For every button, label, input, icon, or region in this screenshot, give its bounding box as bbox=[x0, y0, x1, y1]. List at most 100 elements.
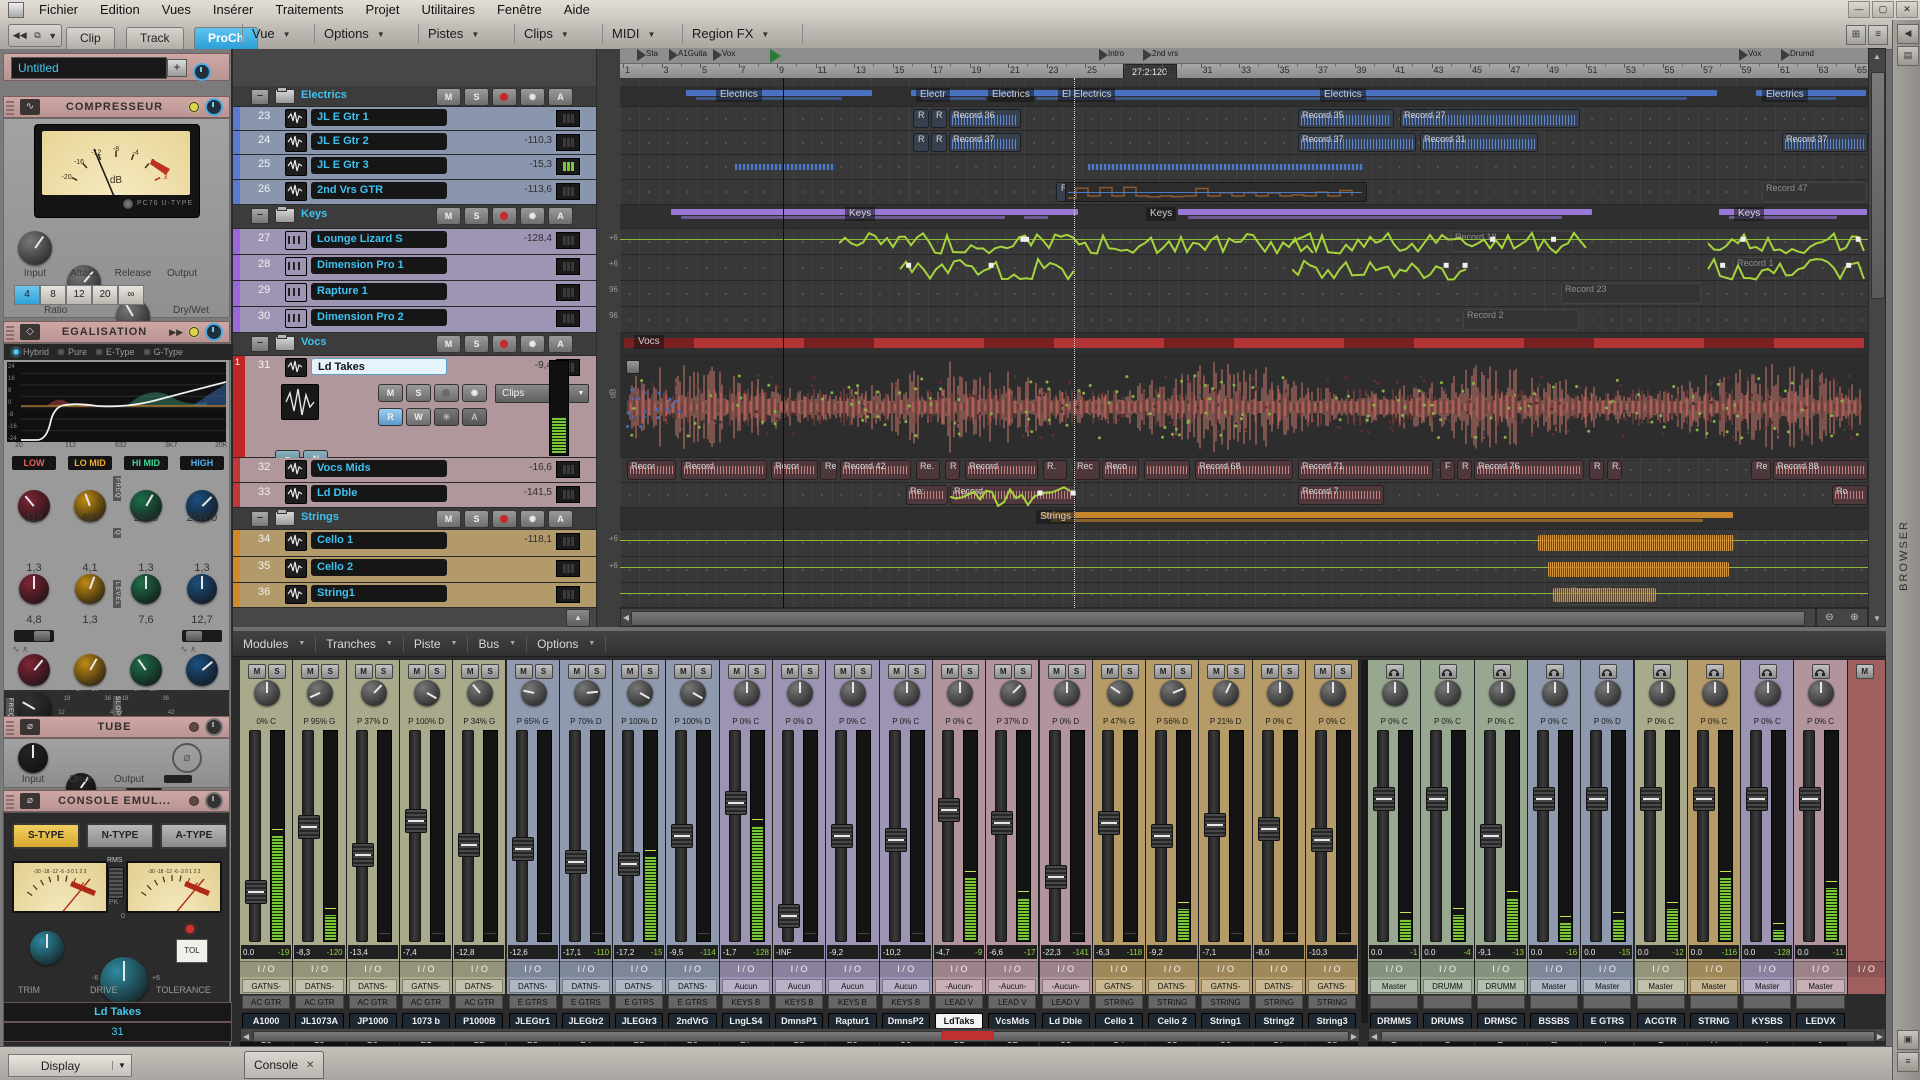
clip-record[interactable]: Record bbox=[681, 460, 767, 480]
drag-handle[interactable] bbox=[6, 324, 14, 340]
interleave-icon[interactable] bbox=[1492, 664, 1511, 679]
toolbar-menu-options[interactable]: Options ▼ bbox=[316, 20, 391, 48]
float-window-icon[interactable]: ⧉ bbox=[34, 30, 40, 41]
strip-name[interactable]: Ld Dble bbox=[1041, 1013, 1090, 1029]
fader-cap[interactable] bbox=[1479, 824, 1502, 848]
clip-record-23[interactable]: Record 23 bbox=[1561, 283, 1701, 304]
collapse-folder-button[interactable]: − bbox=[251, 208, 269, 224]
volume-fader[interactable] bbox=[1311, 730, 1333, 942]
console-track-scrollbar[interactable]: ◀ ▶ bbox=[240, 1028, 1360, 1042]
volume-fader[interactable] bbox=[404, 730, 427, 942]
channel-strip-jlegtr2[interactable]: MS P 70% D -17,1 -110 I / O DATNS- E GTRS JLEGt… bbox=[559, 660, 614, 1049]
volume-fader[interactable] bbox=[1044, 730, 1067, 942]
channel-strip-2ndvrg[interactable]: MS P 100% D -9,5 -114 I / O DATNS- E GTRS 2ndVr… bbox=[666, 660, 720, 1049]
pan-knob[interactable] bbox=[1435, 680, 1462, 706]
pan-knob[interactable] bbox=[1106, 680, 1133, 706]
mute-button[interactable]: M bbox=[674, 664, 693, 679]
pan-knob[interactable] bbox=[733, 680, 760, 706]
mute-button[interactable]: M bbox=[940, 664, 959, 679]
clip-record[interactable]: Record bbox=[965, 460, 1038, 480]
bus-route-2[interactable] bbox=[1689, 995, 1739, 1009]
menubar-item-fen-tre[interactable]: Fenêtre bbox=[486, 0, 553, 20]
console-emulator-power-button[interactable] bbox=[205, 792, 223, 810]
ruler-marker-vox[interactable]: Vox bbox=[712, 49, 735, 62]
pan-knob[interactable] bbox=[840, 680, 867, 706]
channel-strip-1073-b[interactable]: MSP 100% D-7,4I / OGATNS-AC GTR1073 b21 bbox=[399, 660, 454, 1049]
solo-button[interactable]: S bbox=[1120, 664, 1139, 679]
toolbar-menu-pistes[interactable]: Pistes ▼ bbox=[420, 20, 485, 48]
strip-name[interactable]: 2ndVrG bbox=[668, 1013, 717, 1029]
clip-record-31[interactable]: Record 31 bbox=[1420, 133, 1538, 152]
pan-knob[interactable] bbox=[1320, 680, 1346, 706]
input-select[interactable]: DATNS- bbox=[295, 979, 344, 993]
drag-handle[interactable] bbox=[6, 719, 14, 735]
fader-cap[interactable] bbox=[564, 850, 587, 874]
mute-button[interactable]: M bbox=[1260, 664, 1279, 679]
track-name[interactable]: JL E Gtr 2 bbox=[311, 133, 447, 150]
archive-button[interactable]: A bbox=[548, 335, 573, 353]
trim-knob[interactable] bbox=[30, 931, 64, 965]
clip-record-2[interactable]: Record 2 bbox=[1463, 309, 1579, 330]
eq-band-button-lo-mid[interactable]: LO MID bbox=[68, 456, 112, 470]
tube-header[interactable]: ⌀ TUBE bbox=[3, 716, 230, 738]
strip-name[interactable]: 1073 b bbox=[401, 1013, 451, 1029]
pan-knob[interactable] bbox=[520, 680, 547, 706]
track-row-cello-2[interactable]: 35 Cello 2 bbox=[233, 557, 596, 583]
play-cursor-marker[interactable] bbox=[770, 49, 781, 63]
volume-fader[interactable] bbox=[1692, 730, 1715, 942]
clip-record-47[interactable]: Record 47 bbox=[1762, 182, 1867, 202]
solo-button[interactable]: S bbox=[801, 664, 819, 679]
toolbar-menu-midi[interactable]: MIDI ▼ bbox=[604, 20, 661, 48]
pan-knob[interactable] bbox=[413, 680, 440, 706]
mute-button[interactable]: M bbox=[436, 335, 461, 353]
automation-read-button[interactable]: R bbox=[378, 408, 403, 426]
expand-icon[interactable]: ▶▶ bbox=[169, 327, 183, 338]
close-icon[interactable]: ✕ bbox=[306, 1060, 314, 1071]
midi-step-clip[interactable] bbox=[1065, 182, 1367, 202]
tracklist-corner-button[interactable]: ▲ bbox=[566, 609, 590, 627]
fader-cap[interactable] bbox=[991, 811, 1014, 835]
maximize-icon[interactable]: ▢ bbox=[1872, 1, 1894, 18]
bus-output-select[interactable]: Master bbox=[1743, 979, 1792, 993]
eq-level-knob-high[interactable] bbox=[186, 654, 218, 686]
archive-button[interactable]: A bbox=[548, 207, 573, 225]
eq-shelf-toggle[interactable] bbox=[182, 630, 222, 642]
mute-button[interactable]: M bbox=[461, 664, 480, 679]
input-select[interactable]: DATNS- bbox=[348, 979, 397, 993]
volume-fader[interactable] bbox=[245, 730, 267, 942]
solo-button[interactable]: S bbox=[464, 88, 489, 106]
clip-r[interactable]: R bbox=[945, 460, 960, 480]
record-arm-button[interactable] bbox=[492, 88, 517, 106]
solo-button[interactable]: S bbox=[1334, 664, 1352, 679]
eq-mode-hybrid[interactable]: Hybrid bbox=[12, 347, 49, 357]
solo-button[interactable]: S bbox=[406, 384, 431, 402]
clip-record-42[interactable]: Record 42 bbox=[840, 460, 911, 480]
output-select[interactable]: AC GTR bbox=[455, 995, 504, 1009]
volume-fader[interactable] bbox=[724, 730, 747, 942]
toolbar-menu-region-fx[interactable]: Region FX ▼ bbox=[684, 20, 775, 48]
channel-strip-cello-1[interactable]: MS P 47% G -6,3 -118 I / O GATNS- STRING Cello … bbox=[1092, 660, 1147, 1049]
tab-console[interactable]: Console ✕ bbox=[244, 1051, 325, 1079]
pan-knob[interactable] bbox=[307, 680, 334, 706]
clips-horizontal-scrollbar[interactable]: ◀ bbox=[620, 608, 1816, 627]
output-select[interactable]: LEAD V bbox=[1041, 995, 1090, 1009]
fader-cap[interactable] bbox=[351, 843, 374, 867]
layout-icon[interactable]: ▣ bbox=[1897, 1030, 1919, 1050]
archive-button[interactable]: A bbox=[548, 510, 573, 528]
volume-fader[interactable] bbox=[1204, 730, 1227, 942]
mute-button[interactable]: M bbox=[354, 664, 373, 679]
output-select[interactable]: LEAD V bbox=[988, 995, 1037, 1009]
strip-name[interactable]: A1000 bbox=[242, 1013, 291, 1029]
fader-cap[interactable] bbox=[511, 837, 534, 861]
channel-strip-dmnsp2[interactable]: MSP 0% C-10,2I / OAucunKEYS BDmnsP230 bbox=[879, 660, 933, 1049]
volume-fader[interactable] bbox=[351, 730, 374, 942]
input-select[interactable]: GATNS- bbox=[401, 979, 451, 993]
menubar-item-aide[interactable]: Aide bbox=[553, 0, 601, 20]
pan-knob[interactable] bbox=[1541, 680, 1568, 706]
solo-button[interactable]: S bbox=[587, 664, 606, 679]
channel-strip-string1[interactable]: MSP 21% D-7,1I / OGATNS-STRINGString136 bbox=[1199, 660, 1253, 1049]
volume-fader[interactable] bbox=[618, 730, 641, 942]
clip-r[interactable]: R bbox=[931, 133, 947, 152]
track-name[interactable]: Dimension Pro 1 bbox=[311, 257, 447, 274]
pan-knob[interactable] bbox=[893, 680, 920, 706]
